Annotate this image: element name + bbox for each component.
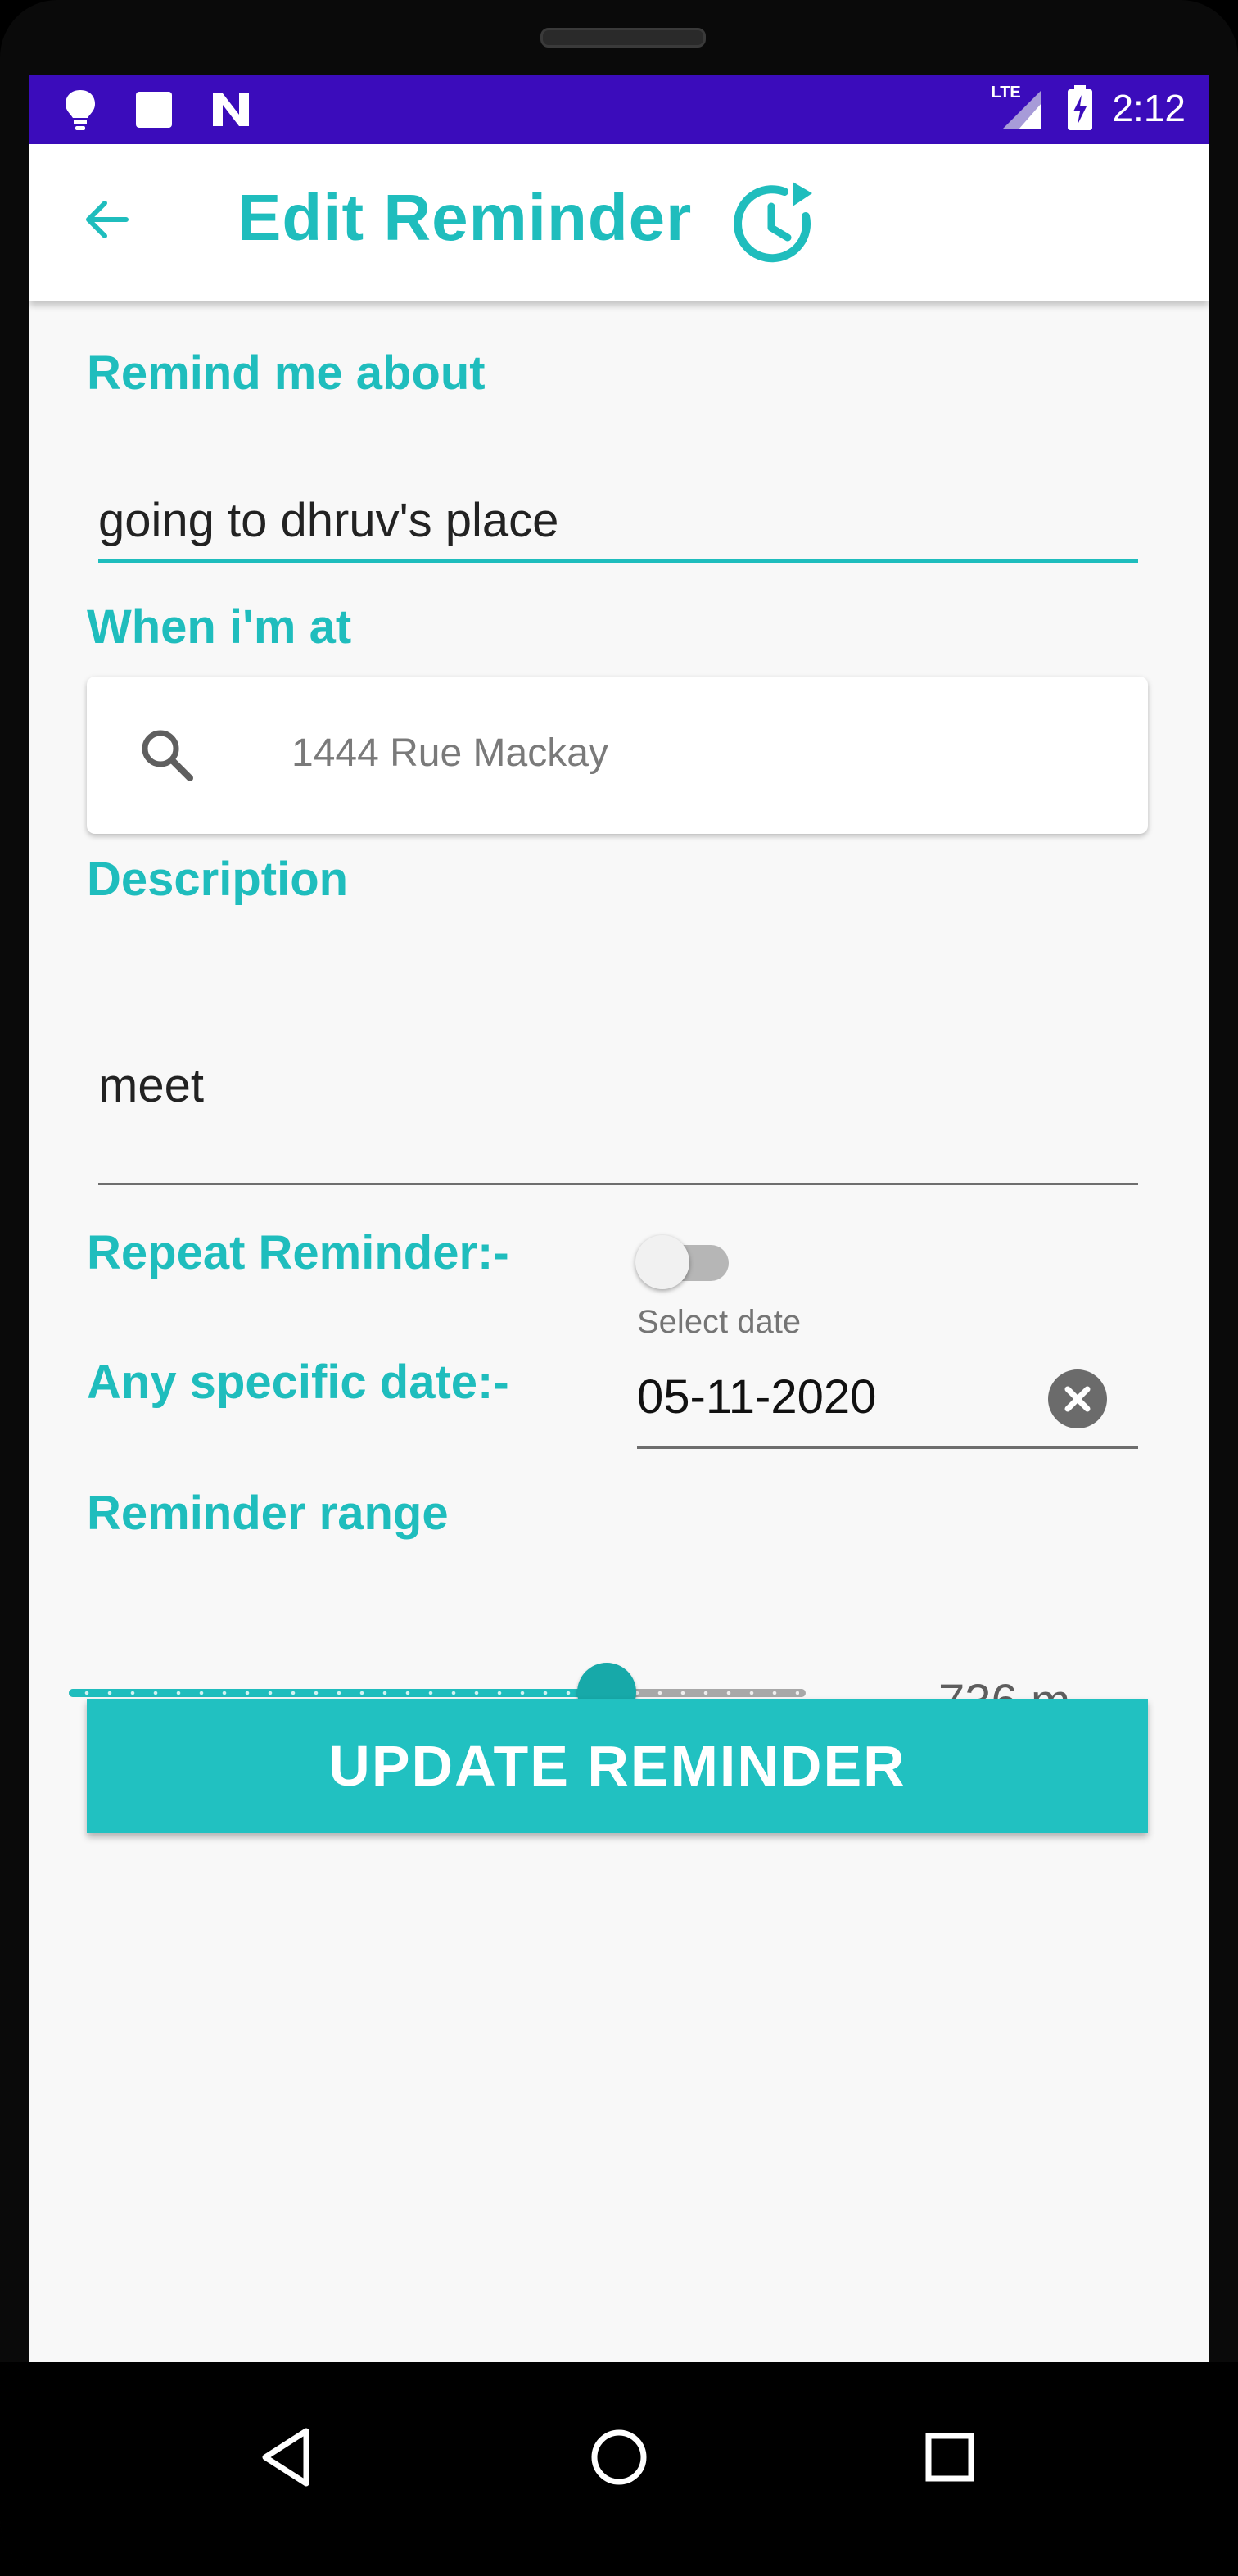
repeat-label: Repeat Reminder:- xyxy=(87,1226,509,1279)
location-search-field[interactable]: 1444 Rue Mackay xyxy=(87,677,1148,834)
description-label: Description xyxy=(87,853,349,906)
update-reminder-label: UPDATE REMINDER xyxy=(328,1734,906,1798)
n-icon xyxy=(213,93,249,126)
repeat-toggle[interactable] xyxy=(635,1225,734,1291)
repeat-toggle-thumb xyxy=(635,1235,689,1289)
back-triangle-icon[interactable] xyxy=(247,2416,329,2498)
status-left-icons xyxy=(62,88,252,131)
location-label: When i'm at xyxy=(87,600,352,654)
clock-refresh-icon xyxy=(734,182,812,263)
date-label: Any specific date:- xyxy=(87,1356,509,1409)
home-circle-icon[interactable] xyxy=(578,2416,660,2498)
clear-date-button[interactable] xyxy=(1048,1369,1107,1428)
square-icon xyxy=(136,92,172,128)
date-input[interactable]: 05-11-2020 xyxy=(637,1369,876,1424)
page-title: Edit Reminder xyxy=(237,181,693,254)
range-label: Reminder range xyxy=(87,1487,449,1540)
status-bar: LTE 2:12 xyxy=(29,75,1209,144)
update-reminder-button[interactable]: UPDATE REMINDER xyxy=(87,1699,1148,1833)
remind-input-underline xyxy=(98,559,1138,563)
app-screen: LTE 2:12 Edit Reminder Remind me about g… xyxy=(29,75,1209,2362)
description-input-underline xyxy=(98,1183,1138,1185)
phone-frame: LTE 2:12 Edit Reminder Remind me about g… xyxy=(0,0,1238,2576)
status-time: 2:12 xyxy=(1112,87,1186,129)
location-search-value[interactable]: 1444 Rue Mackay xyxy=(291,731,608,776)
remind-label: Remind me about xyxy=(87,346,486,400)
range-slider-ticks xyxy=(75,1691,799,1695)
signal-icon: LTE xyxy=(991,84,1048,133)
remind-input[interactable]: going to dhruv's place xyxy=(98,493,558,548)
search-icon xyxy=(142,730,193,781)
lightbulb-icon xyxy=(66,90,95,130)
status-right-icons: LTE 2:12 xyxy=(991,84,1186,133)
arrow-left-icon[interactable] xyxy=(79,187,144,252)
close-icon xyxy=(1064,1386,1091,1412)
network-label: LTE xyxy=(991,84,1021,102)
app-bar: Edit Reminder xyxy=(29,144,1209,301)
date-hint: Select date xyxy=(637,1304,802,1340)
navigation-bar xyxy=(0,2362,1238,2576)
battery-charging-icon xyxy=(1068,85,1093,130)
date-input-underline xyxy=(637,1446,1138,1449)
description-input[interactable]: meet xyxy=(98,1058,204,1113)
speaker-grille xyxy=(540,28,706,48)
recents-square-icon[interactable] xyxy=(909,2416,991,2498)
